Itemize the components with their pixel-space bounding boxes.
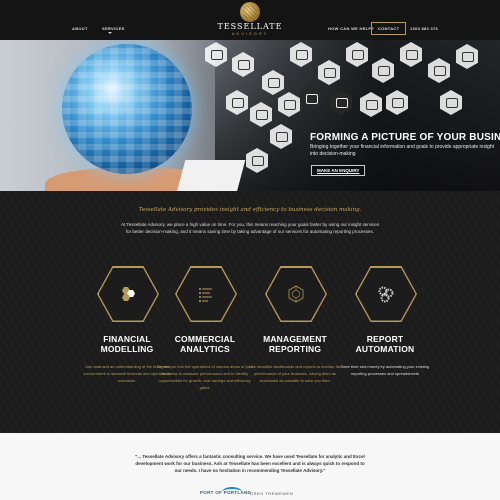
feature-title: REPORT AUTOMATION bbox=[355, 334, 415, 354]
testimonial-company-logo: PORT OF PORTLAND bbox=[200, 490, 252, 495]
hexagon-outline-icon bbox=[288, 285, 304, 303]
hero-banner: FORMING A PICTURE OF YOUR BUSINESS Bring… bbox=[0, 40, 500, 191]
top-navigation: ABOUT SERVICES TESSELLATE ADVISORY HOW C… bbox=[0, 0, 500, 40]
list-icon bbox=[199, 288, 212, 302]
feature-title: MANAGEMENT REPORTING bbox=[263, 334, 327, 354]
hero-globe-image bbox=[62, 44, 192, 174]
feature-description: Use beautiful dashboards and reports to … bbox=[248, 364, 342, 383]
nav-phone-link[interactable]: 1300 883 376 bbox=[410, 26, 438, 31]
nav-help-link[interactable]: HOW CAN WE HELP? bbox=[328, 26, 374, 31]
brand-subtitle: ADVISORY bbox=[231, 31, 269, 36]
tessellate-logo-icon[interactable] bbox=[240, 2, 260, 22]
nav-contact-button[interactable]: CONTACT bbox=[371, 22, 407, 35]
hero-shirt-cuff-image bbox=[174, 160, 246, 191]
testimonial-quote: "... Tessellate Advisory offers a fantas… bbox=[135, 454, 365, 473]
intro-tagline: Tessellate Advisory provides insight and… bbox=[138, 207, 362, 213]
feature-description: Dig deeper into the operations of variou… bbox=[156, 364, 254, 390]
hero-description: Bringing together your financial informa… bbox=[310, 144, 495, 157]
intro-paragraph: At Tessellate Advisory, we place a high … bbox=[121, 222, 379, 234]
testimonial-author: GREG TREWEWEN bbox=[250, 491, 294, 496]
gears-icon bbox=[378, 286, 394, 303]
testimonial-section: "... Tessellate Advisory offers a fantas… bbox=[0, 433, 500, 500]
make-enquiry-button[interactable]: MAKE AN ENQUIRY bbox=[311, 165, 366, 176]
hero-title: FORMING A PICTURE OF YOUR BUSINESS bbox=[310, 132, 500, 143]
feature-title: COMMERCIAL ANALYTICS bbox=[174, 334, 236, 354]
intro-section: Tessellate Advisory provides insight and… bbox=[0, 191, 500, 433]
feature-description: Save time and money by automating your e… bbox=[340, 364, 430, 376]
gold-hexagons-icon bbox=[122, 287, 135, 301]
